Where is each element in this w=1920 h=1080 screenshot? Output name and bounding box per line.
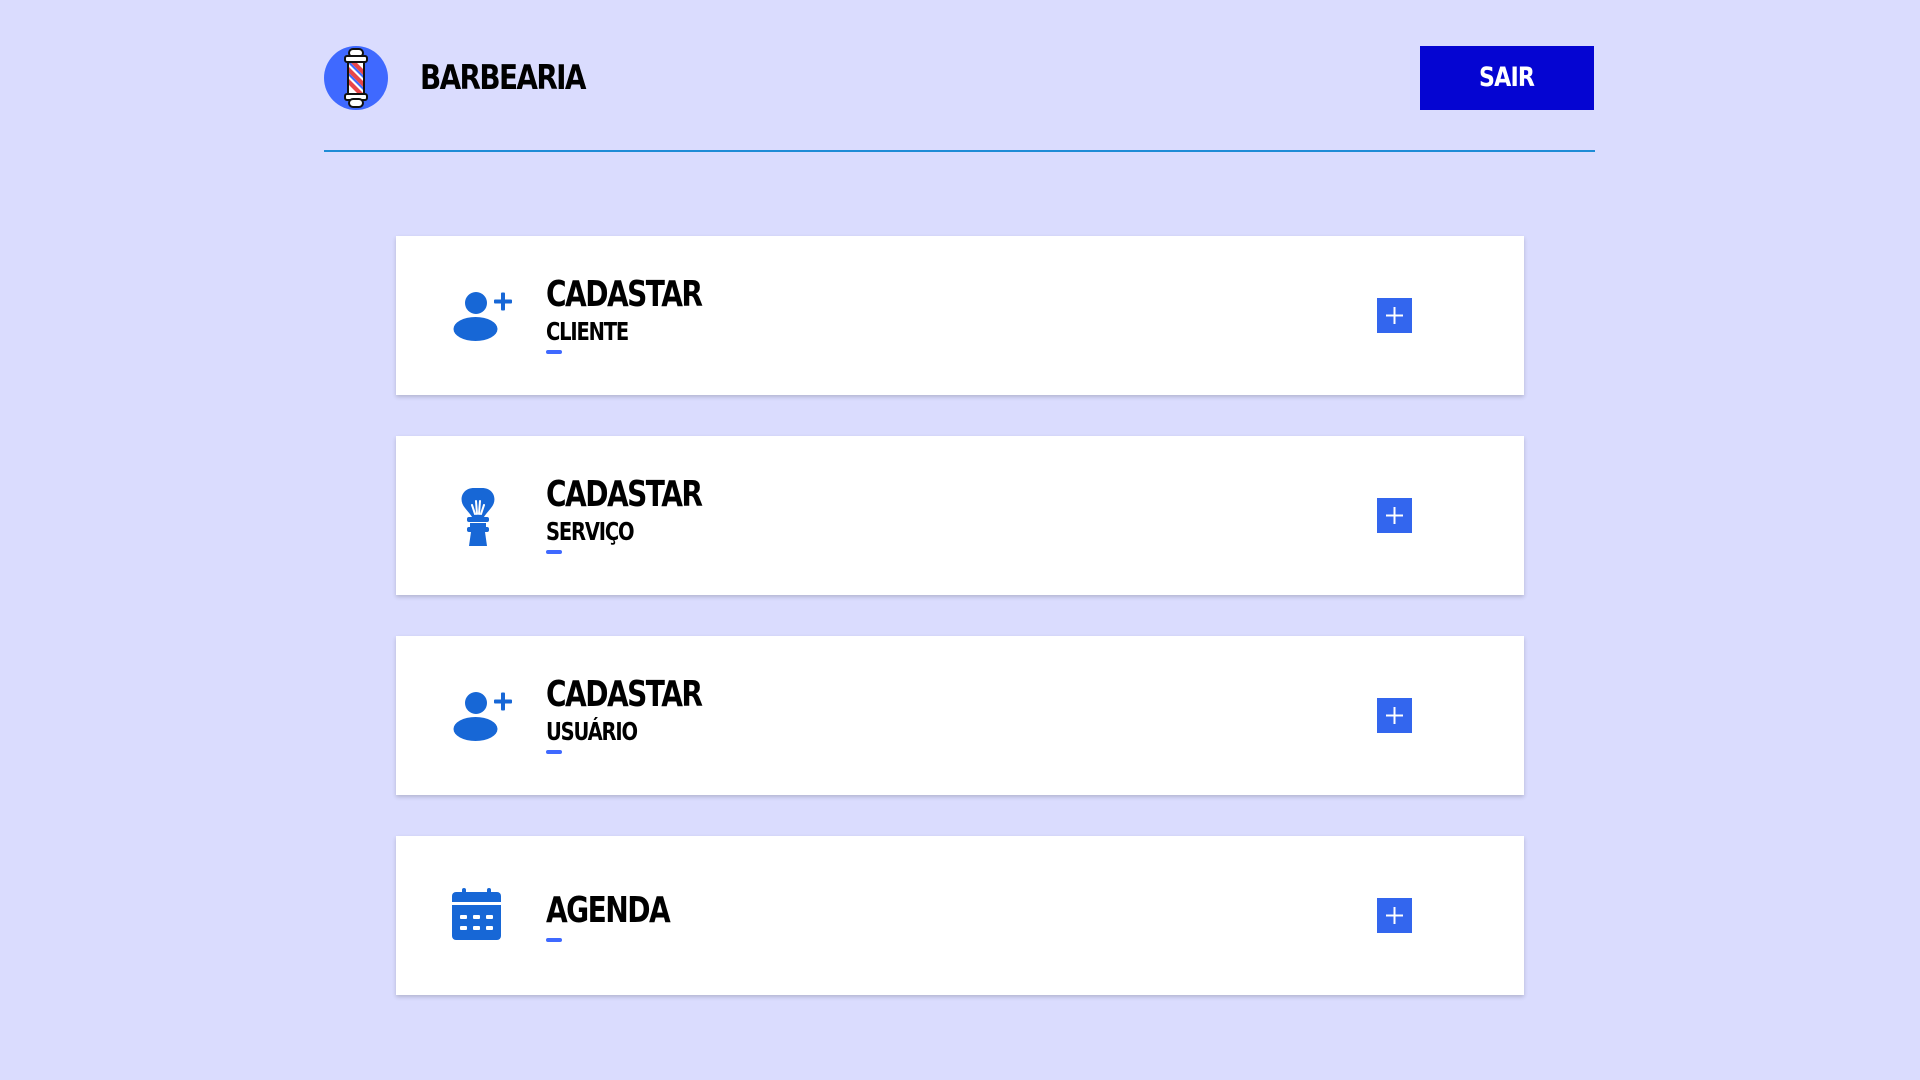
- add-service-button[interactable]: [1377, 498, 1412, 533]
- logout-button-label: SAIR: [1479, 62, 1535, 93]
- card-underline: [546, 750, 562, 754]
- plus-icon: [1386, 907, 1403, 924]
- card-subtitle: USUÁRIO: [546, 717, 638, 746]
- card-register-user[interactable]: CADASTAR USUÁRIO: [396, 636, 1524, 795]
- card-agenda[interactable]: AGENDA: [396, 836, 1524, 995]
- add-user-icon: [452, 688, 516, 744]
- app-header: BARBEARIA SAIR: [324, 46, 1595, 110]
- logout-button[interactable]: SAIR: [1420, 46, 1594, 110]
- card-title: CADASTAR: [546, 274, 703, 315]
- card-underline: [546, 938, 562, 942]
- card-underline: [546, 550, 562, 554]
- card-title: CADASTAR: [546, 474, 703, 515]
- add-client-button[interactable]: [1377, 298, 1412, 333]
- plus-icon: [1386, 507, 1403, 524]
- plus-icon: [1386, 707, 1403, 724]
- barber-pole-logo-icon: [324, 46, 388, 110]
- shaving-brush-icon: [452, 488, 516, 546]
- add-appointment-button[interactable]: [1377, 898, 1412, 933]
- calendar-icon: [452, 888, 516, 944]
- card-register-client[interactable]: CADASTAR CLIENTE: [396, 236, 1524, 395]
- card-subtitle: SERVIÇO: [546, 517, 635, 546]
- card-title: AGENDA: [546, 890, 671, 931]
- plus-icon: [1386, 307, 1403, 324]
- brand-title: BARBEARIA: [420, 58, 586, 98]
- add-user-icon: [452, 288, 516, 344]
- card-underline: [546, 350, 562, 354]
- card-register-service[interactable]: CADASTAR SERVIÇO: [396, 436, 1524, 595]
- card-title: CADASTAR: [546, 674, 703, 715]
- card-subtitle: CLIENTE: [546, 317, 629, 346]
- add-user-button[interactable]: [1377, 698, 1412, 733]
- header-divider: [324, 150, 1595, 152]
